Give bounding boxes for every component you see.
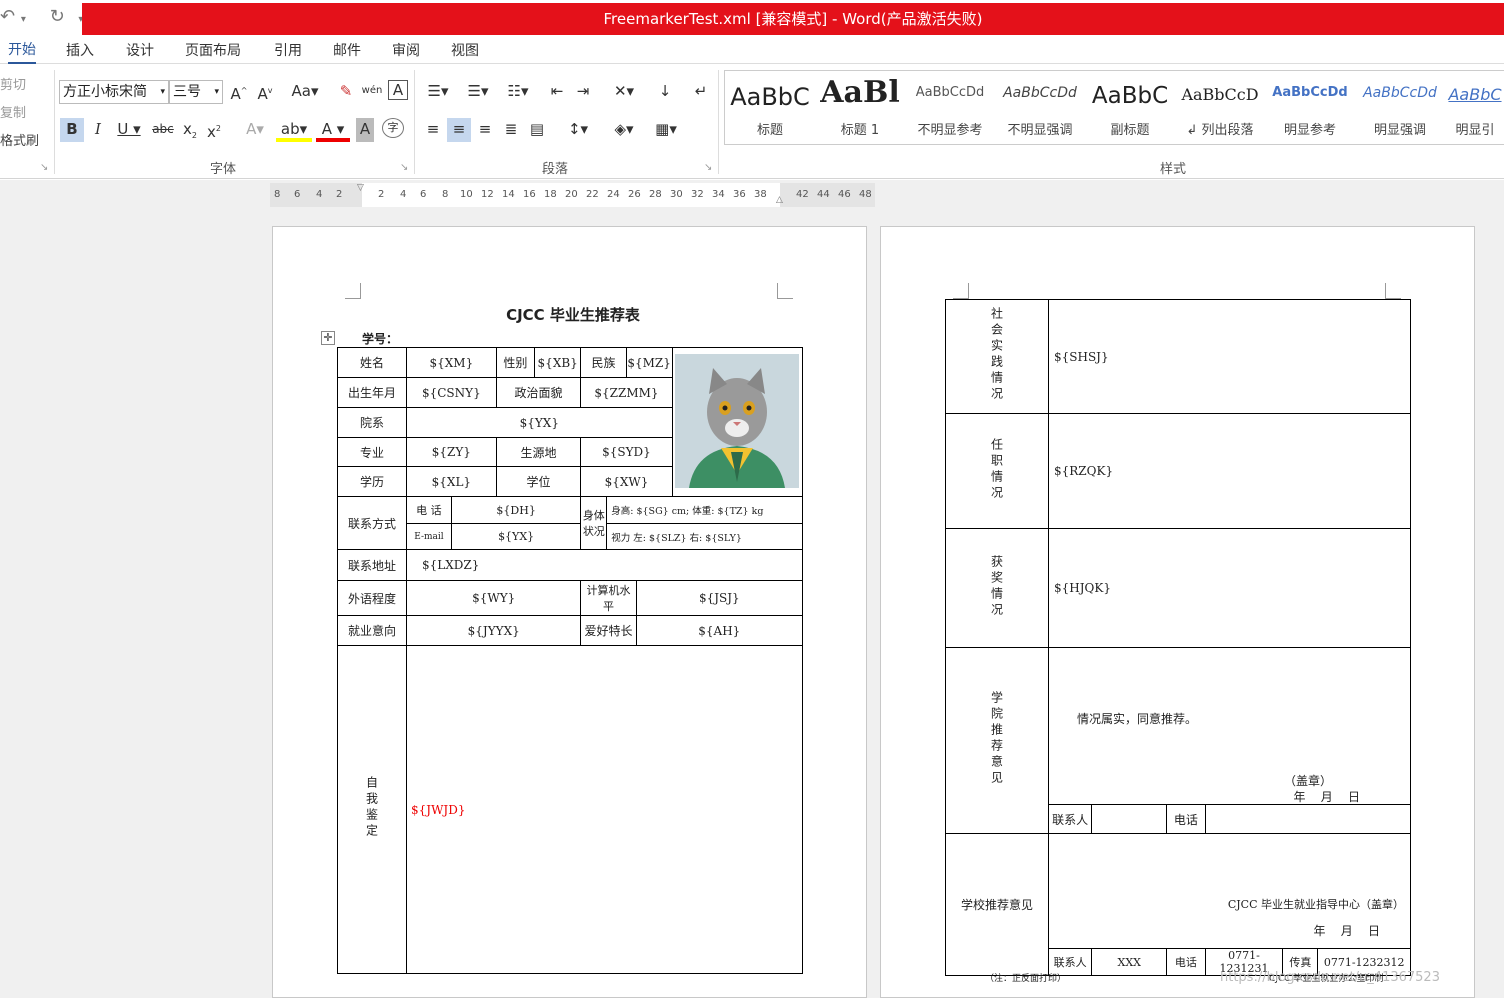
font-group-label: 字体 <box>210 162 237 177</box>
change-case-icon[interactable]: Aa▾ <box>289 80 321 104</box>
style-list-paragraph[interactable]: AaBbCcD ↲ 列出段落 <box>1175 71 1265 145</box>
copy-button[interactable]: 复制 <box>0 102 26 121</box>
horizontal-ruler[interactable]: 8642 2468 10 12 14 16 18 20 22 24 26 28 30 32 34 3… <box>270 183 875 207</box>
undo-icon[interactable]: ↶ <box>0 6 15 27</box>
tab-review[interactable]: 审阅 <box>392 40 420 60</box>
align-center-icon[interactable]: ≡ <box>447 118 471 142</box>
doc-title[interactable]: CJCC 毕业生推荐表 <box>273 304 873 325</box>
char-shading-icon[interactable]: A <box>356 118 374 142</box>
decrease-indent-icon[interactable]: ⇤ <box>546 80 568 104</box>
justify-icon[interactable]: ≣ <box>500 118 522 142</box>
paragraph-dialog-launcher-icon[interactable]: ↘ <box>704 162 712 173</box>
table-move-handle-icon[interactable]: ✛ <box>321 331 335 345</box>
increase-indent-icon[interactable]: ⇥ <box>572 80 594 104</box>
tab-insert[interactable]: 插入 <box>66 40 94 60</box>
tab-home[interactable]: 开始 <box>8 39 36 64</box>
right-indent-marker-icon[interactable]: △ <box>776 195 783 205</box>
font-size-select[interactable]: 三号 ▾ <box>169 80 223 104</box>
chinese-layout-icon[interactable]: ✕▾ <box>606 80 642 104</box>
styles-gallery: AaBbC 标题 AaBl 标题 1 AaBbCcDd 不明显参考 AaBbCcDd 不… <box>724 70 1504 145</box>
bullets-icon[interactable]: ☰▾ <box>420 80 456 104</box>
line-spacing-icon[interactable]: ↕▾ <box>560 118 596 142</box>
style-intense-quote[interactable]: AaBbC 明显引 <box>1445 71 1504 145</box>
shrink-font-icon[interactable]: Av <box>256 80 274 104</box>
show-marks-icon[interactable]: ↵ <box>690 80 712 104</box>
style-heading1[interactable]: AaBl 标题 1 <box>815 71 905 145</box>
style-intense-reference[interactable]: AaBbCcDd 明显参考 <box>1265 71 1355 145</box>
recommend-table: 姓名 ${XM} 性别 ${XB} 民族 ${MZ} 出生年月 ${CSNY} … <box>337 347 804 974</box>
ribbon-tabs: 开始 插入 设计 页面布局 引用 邮件 审阅 视图 <box>0 35 1504 64</box>
redo-icon[interactable]: ↻ <box>50 6 65 27</box>
distributed-icon[interactable]: ▤ <box>526 118 548 142</box>
format-painter-button[interactable]: 格式刷 <box>0 130 39 149</box>
photo-cell[interactable] <box>671 347 804 497</box>
page-1: CJCC 毕业生推荐表 ✛ 学号： 姓名 ${XM} 性别 ${XB} 民族 $… <box>272 226 867 998</box>
print-note: （注：正反面打印） <box>985 974 1067 984</box>
tab-layout[interactable]: 页面布局 <box>185 40 241 60</box>
clear-format-icon[interactable]: ✎ <box>337 80 355 104</box>
superscript-button[interactable]: x2 <box>204 118 224 142</box>
dropdown-icon[interactable]: ▾ <box>21 14 26 25</box>
dialog-launcher-icon[interactable]: ↘ <box>40 162 48 173</box>
sort-icon[interactable]: ↓ <box>654 80 676 104</box>
highlight-icon[interactable]: ab▾ <box>276 118 312 142</box>
page-2: 社会实践情况 ${SHSJ} 任职情况 ${RZQK} 获奖情况 ${HJQK}… <box>880 226 1475 998</box>
font-name-select[interactable]: 方正小标宋简 ▾ <box>59 80 169 104</box>
align-right-icon[interactable]: ≡ <box>474 118 496 142</box>
title-bar: ↶ ▾ ↻ ▾ FreemarkerTest.xml [兼容模式] - Word… <box>0 0 1504 35</box>
style-title[interactable]: AaBbC 标题 <box>725 71 815 145</box>
cut-button[interactable]: 剪切 <box>0 74 26 93</box>
font-color-icon[interactable]: A ▾ <box>316 118 350 142</box>
style-subtle-emphasis[interactable]: AaBbCcDd 不明显强调 <box>995 71 1085 145</box>
tab-design[interactable]: 设计 <box>126 40 154 60</box>
phonetic-guide-icon[interactable]: wén <box>361 80 383 104</box>
bold-button[interactable]: B <box>60 118 84 142</box>
tab-mailings[interactable]: 邮件 <box>333 40 361 60</box>
student-id-label: 学号： <box>362 332 399 346</box>
tab-references[interactable]: 引用 <box>274 40 302 60</box>
shading-icon[interactable]: ◈▾ <box>606 118 642 142</box>
indent-marker-icon[interactable]: ▽ <box>357 183 364 193</box>
align-left-icon[interactable]: ≡ <box>422 118 444 142</box>
paragraph-group-label: 段落 <box>542 162 569 177</box>
strikethrough-button[interactable]: abc <box>150 118 176 142</box>
recommend-table-2: 社会实践情况 ${SHSJ} 任职情况 ${RZQK} 获奖情况 ${HJQK}… <box>945 299 1412 976</box>
subscript-button[interactable]: x2 <box>180 118 200 142</box>
styles-group-label: 样式 <box>1160 162 1187 177</box>
style-intense-emphasis[interactable]: AaBbCcDd 明显强调 <box>1355 71 1445 145</box>
quick-access-toolbar: ↶ ▾ ↻ ▾ <box>0 6 83 27</box>
enclose-char-icon[interactable]: 字 <box>382 118 404 138</box>
italic-button[interactable]: I <box>88 118 108 142</box>
cat-photo <box>675 353 800 488</box>
text-effects-icon[interactable]: A▾ <box>240 118 270 142</box>
style-subtle-reference[interactable]: AaBbCcDd 不明显参考 <box>905 71 995 145</box>
font-dialog-launcher-icon[interactable]: ↘ <box>400 162 408 173</box>
numbering-icon[interactable]: ☰▾ <box>460 80 496 104</box>
underline-button[interactable]: U ▾ <box>112 118 146 142</box>
multilevel-list-icon[interactable]: ☷▾ <box>500 80 536 104</box>
tab-view[interactable]: 视图 <box>451 40 479 60</box>
style-subtitle[interactable]: AaBbC 副标题 <box>1085 71 1175 145</box>
window-title: FreemarkerTest.xml [兼容模式] - Word(产品激活失败) <box>82 3 1504 35</box>
borders-icon[interactable]: ▦▾ <box>648 118 684 142</box>
char-border-icon[interactable]: A <box>388 80 408 100</box>
grow-font-icon[interactable]: A^ <box>230 80 248 104</box>
watermark: https://blog.csdn.net/u_41367523 <box>1220 970 1440 985</box>
